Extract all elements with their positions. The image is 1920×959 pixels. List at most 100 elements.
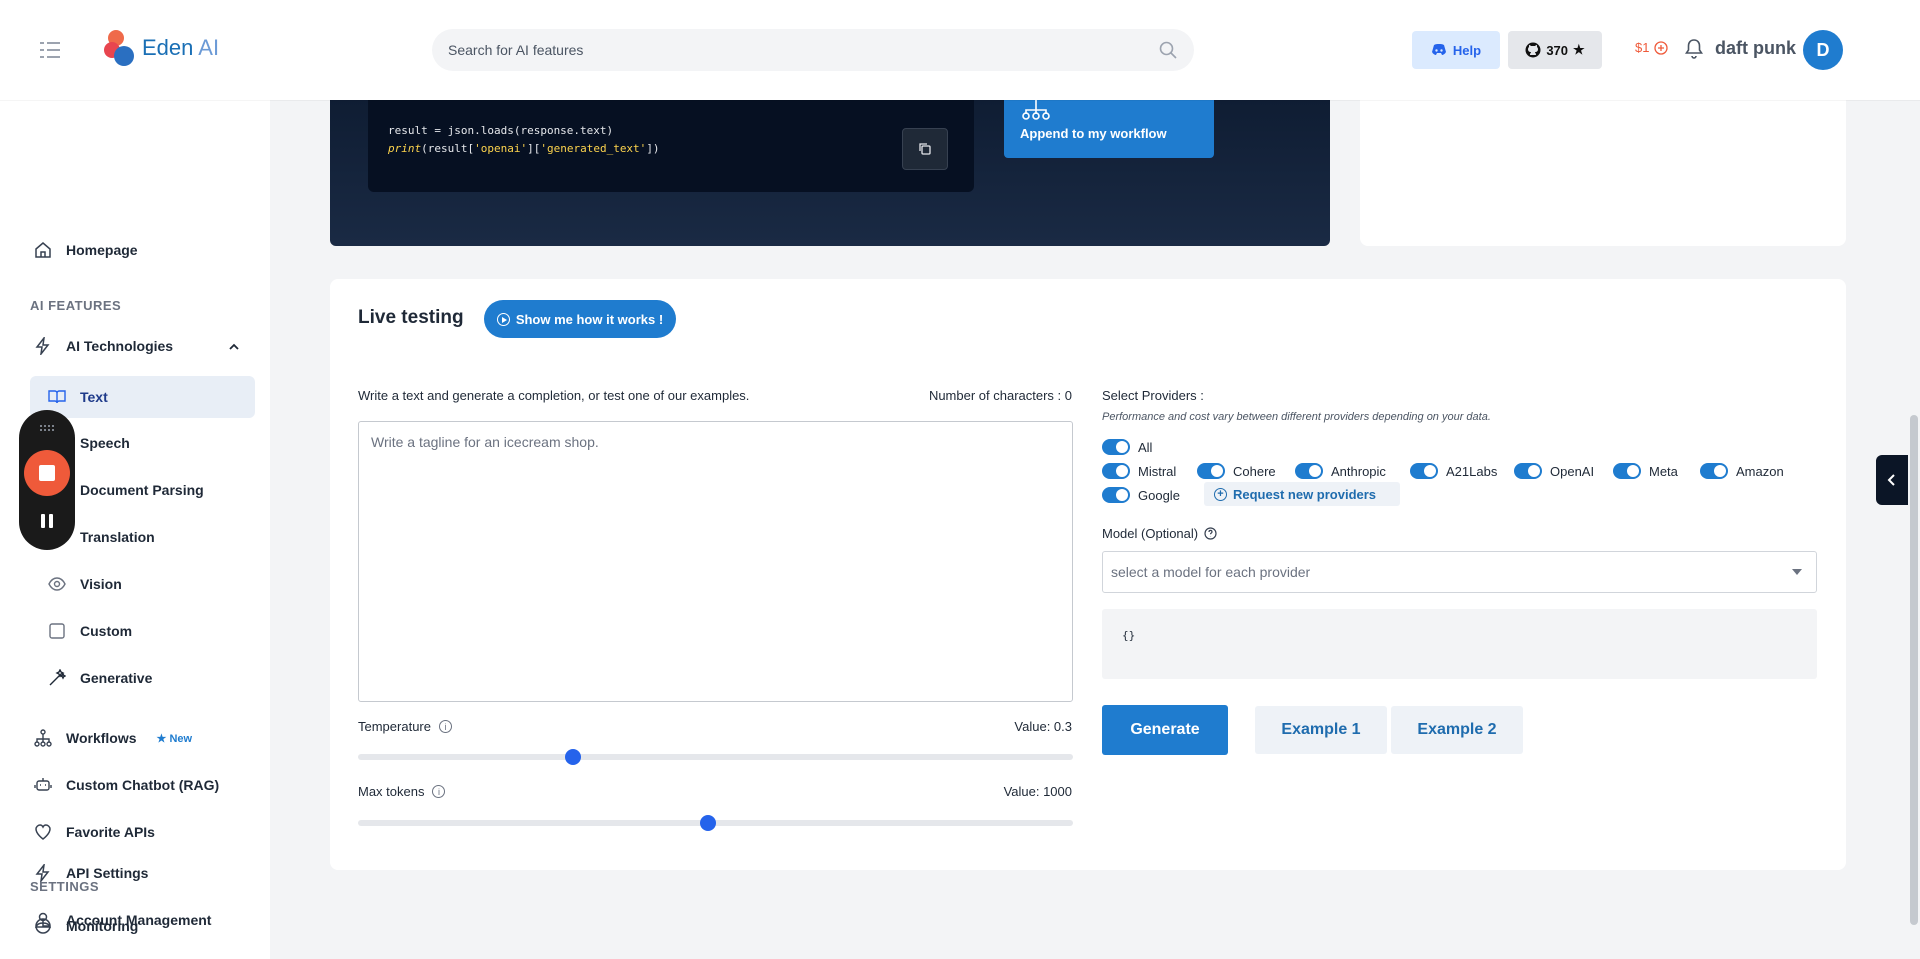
max-tokens-slider-thumb[interactable] (700, 815, 717, 831)
provider-toggle-openai[interactable]: OpenAI (1514, 463, 1594, 479)
sidebar-label: Custom (80, 623, 133, 639)
stop-recording-button[interactable] (24, 450, 70, 496)
provider-toggle-cohere[interactable]: Cohere (1197, 463, 1276, 479)
code-snippet-card: result = json.loads(response.text) print… (330, 100, 1330, 246)
sidebar-item-homepage[interactable]: Homepage (30, 230, 255, 270)
provider-toggle-a21labs[interactable]: A21Labs (1410, 463, 1497, 479)
copy-code-button[interactable] (902, 128, 948, 170)
provider-label: OpenAI (1550, 463, 1595, 479)
temperature-slider-thumb[interactable] (564, 749, 581, 765)
sidebar-item-workflows[interactable]: Workflows ★ New (30, 718, 255, 758)
provider-toggle-anthropic[interactable]: Anthropic (1295, 463, 1386, 479)
github-icon (1525, 42, 1541, 58)
help-circle-icon[interactable] (1204, 527, 1217, 540)
generate-button[interactable]: Generate (1102, 705, 1228, 755)
provider-toggle-all[interactable]: All (1102, 439, 1152, 455)
select-providers-label: Select Providers : (1102, 388, 1204, 403)
sidebar-item-api-settings[interactable]: API Settings (30, 853, 255, 893)
code-string: 'generated_text' (540, 142, 647, 155)
pause-recording-button[interactable] (37, 514, 57, 534)
sidebar-item-text[interactable]: Text (30, 376, 255, 418)
providers-note: Performance and cost vary between differ… (1102, 411, 1491, 423)
toggle-switch[interactable] (1410, 463, 1438, 479)
menu-toggle-icon[interactable] (38, 40, 62, 60)
toggle-switch[interactable] (1514, 463, 1542, 479)
help-button[interactable]: Help (1412, 31, 1500, 69)
request-new-providers-button[interactable]: + Request new providers (1204, 482, 1400, 506)
home-icon (35, 242, 51, 258)
toggle-switch[interactable] (1197, 463, 1225, 479)
model-json-editor[interactable]: {} (1102, 609, 1817, 679)
stop-icon (39, 465, 55, 481)
bolt-icon (35, 864, 50, 882)
code-line: result = json.loads(response.text) (388, 124, 614, 137)
discord-icon (1431, 44, 1446, 55)
add-credit-icon[interactable] (1654, 40, 1669, 55)
info-icon[interactable]: i (438, 720, 452, 733)
provider-label: All (1138, 439, 1153, 455)
toggle-switch[interactable] (1295, 463, 1323, 479)
append-to-workflow-button[interactable]: Append to my workflow (1004, 100, 1214, 158)
temperature-label: Temperature i (358, 719, 452, 734)
sidebar-label: Document Parsing (80, 482, 204, 498)
toggle-switch[interactable] (1700, 463, 1728, 479)
credit-amount: $1 (1635, 40, 1650, 55)
sidebar-label: Workflows (66, 730, 137, 746)
github-star-button[interactable]: 370 ★ (1508, 31, 1602, 69)
sidebar-item-generative[interactable]: Generative (30, 657, 255, 699)
page-scrollbar[interactable] (1908, 100, 1920, 959)
provider-toggle-google[interactable]: Google (1102, 487, 1180, 503)
provider-toggle-meta[interactable]: Meta (1613, 463, 1678, 479)
code-string: 'openai' (474, 142, 528, 155)
show-me-how-button[interactable]: Show me how it works ! (484, 300, 676, 338)
live-testing-panel: Live testing Show me how it works ! Writ… (330, 279, 1846, 870)
sidebar-label: Custom Chatbot (RAG) (66, 777, 220, 793)
heart-icon (35, 824, 51, 840)
user-name[interactable]: daft punk (1715, 38, 1796, 59)
eye-icon (48, 577, 66, 591)
provider-toggle-mistral[interactable]: Mistral (1102, 463, 1176, 479)
provider-label: Cohere (1233, 463, 1276, 479)
prompt-textarea[interactable] (358, 421, 1073, 702)
toggle-switch[interactable] (1102, 487, 1130, 503)
sidebar-label: AI Technologies (66, 338, 174, 354)
recording-widget (19, 410, 75, 550)
notification-bell-icon[interactable] (1684, 38, 1704, 60)
sidebar-label: Generative (80, 670, 153, 686)
sidebar-label: Translation (80, 529, 155, 545)
model-select[interactable]: select a model for each provider (1102, 551, 1817, 593)
drag-handle-icon[interactable] (39, 424, 55, 432)
toggle-switch[interactable] (1102, 439, 1130, 455)
github-star-count: 370 (1546, 42, 1569, 58)
scrollbar-thumb[interactable] (1910, 415, 1918, 925)
logo-text: Eden AI (142, 35, 220, 60)
avatar[interactable]: D (1803, 30, 1843, 70)
custom-icon (49, 623, 65, 639)
search-icon[interactable] (1158, 40, 1178, 60)
credit-balance[interactable]: $1 (1635, 40, 1669, 55)
sidebar-item-custom[interactable]: Custom (30, 610, 255, 652)
example-1-button[interactable]: Example 1 (1255, 706, 1387, 754)
temperature-value: Value: 0.3 (1014, 719, 1072, 734)
provider-toggle-amazon[interactable]: Amazon (1700, 463, 1784, 479)
how-label: Show me how it works ! (515, 311, 664, 327)
toggle-switch[interactable] (1102, 463, 1130, 479)
sidebar-item-custom-chatbot[interactable]: Custom Chatbot (RAG) (30, 765, 255, 805)
temperature-label-text: Temperature (358, 719, 431, 734)
toggle-switch[interactable] (1613, 463, 1641, 479)
eden-ai-logo[interactable]: Eden AI (104, 30, 219, 66)
sidebar-item-account-management[interactable]: Account Management (30, 900, 255, 940)
example-2-button[interactable]: Example 2 (1391, 706, 1523, 754)
sidebar-item-vision[interactable]: Vision (30, 563, 255, 605)
chevron-up-icon[interactable] (227, 340, 241, 354)
search-input[interactable] (448, 42, 1158, 58)
provider-label: Anthropic (1331, 463, 1386, 479)
temperature-slider[interactable] (358, 749, 1073, 765)
sidebar-label: Speech (80, 435, 130, 451)
sidebar-label: Favorite APIs (66, 824, 155, 840)
collapse-panel-button[interactable] (1876, 455, 1908, 505)
sidebar-item-ai-technologies[interactable]: AI Technologies (30, 326, 255, 366)
info-icon[interactable]: i (432, 785, 446, 798)
sidebar-item-favorite-apis[interactable]: Favorite APIs (30, 812, 255, 852)
max-tokens-slider[interactable] (358, 815, 1073, 831)
